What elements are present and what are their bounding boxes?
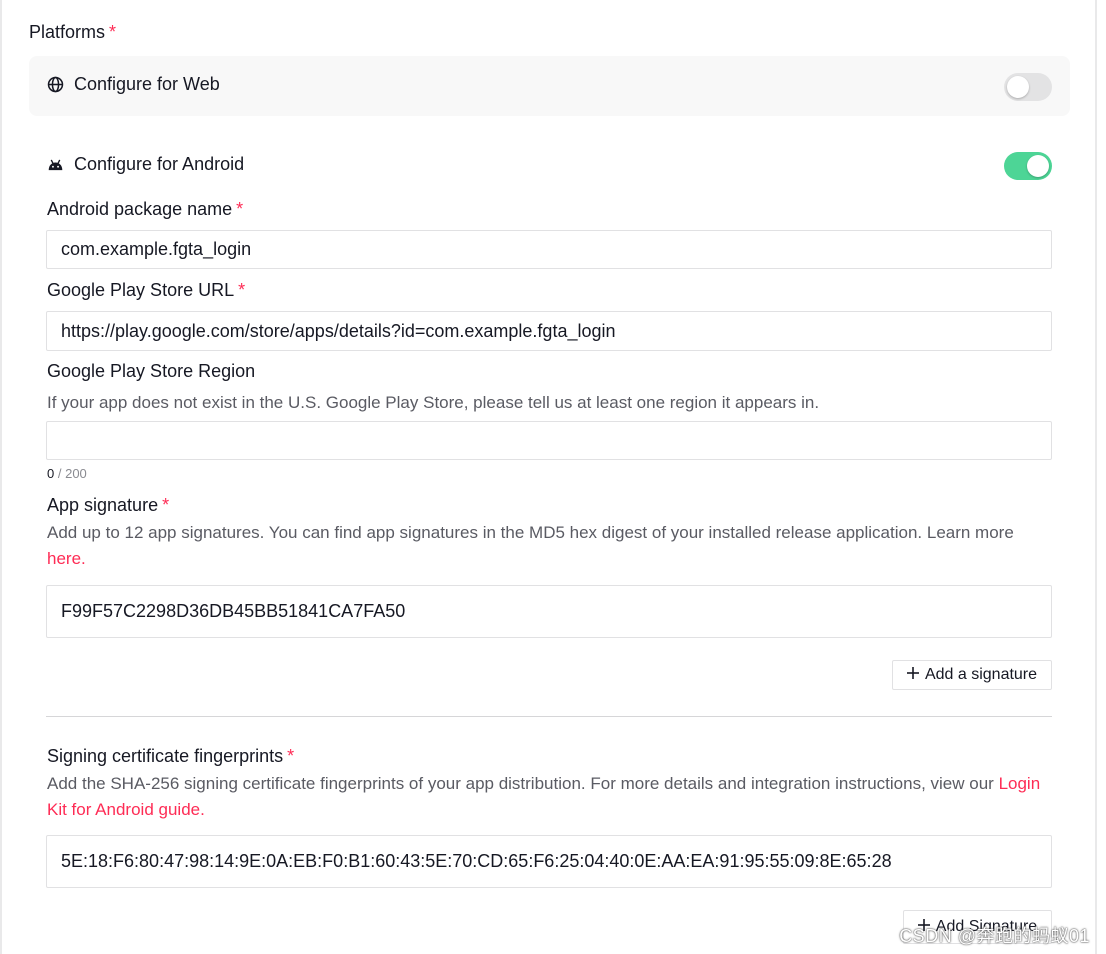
play-store-region-help: If your app does not exist in the U.S. G… (47, 393, 820, 412)
fingerprint-input[interactable]: 5E:18:F6:80:47:98:14:9E:0A:EB:F0:B1:60:4… (46, 835, 1052, 888)
toggle-knob (1027, 155, 1049, 177)
frame-border-right (1095, 0, 1097, 954)
counter-max: / 200 (57, 466, 87, 481)
app-signature-help-link[interactable]: here. (47, 549, 86, 568)
app-signature-label: App signature * (47, 495, 169, 516)
counter-current: 0 (47, 466, 55, 481)
required-mark: * (238, 280, 246, 300)
package-name-input[interactable]: com.example.fgta_login (46, 230, 1052, 269)
app-signature-value: F99F57C2298D36DB45BB51841CA7FA50 (61, 601, 406, 621)
web-platform-row: Configure for Web (47, 74, 220, 95)
globe-icon (47, 76, 64, 93)
play-store-region-input[interactable] (46, 421, 1052, 460)
play-store-url-input[interactable]: https://play.google.com/store/apps/detai… (46, 311, 1052, 351)
web-platform-panel: Configure for Web (29, 56, 1070, 116)
fingerprints-help: Add the SHA-256 signing certificate fing… (47, 771, 1052, 823)
android-platform-toggle[interactable] (1004, 152, 1052, 180)
play-store-region-label: Google Play Store Region (47, 361, 255, 382)
required-mark: * (236, 199, 244, 219)
platforms-heading: Platforms * (29, 22, 116, 43)
play-store-region-label-text: Google Play Store Region (47, 361, 256, 381)
required-mark: * (109, 22, 117, 42)
package-name-label: Android package name * (47, 199, 243, 220)
fingerprint-value: 5E:18:F6:80:47:98:14:9E:0A:EB:F0:B1:60:4… (61, 851, 892, 871)
add-signature-button-label: Add a signature (924, 666, 1038, 683)
plus-icon (906, 666, 919, 684)
section-divider (46, 716, 1052, 717)
app-settings-page: Platforms * Configure for Web Configure … (0, 0, 1106, 954)
app-signature-help-text: Add up to 12 app signatures. You can fin… (47, 523, 1014, 542)
android-icon (47, 158, 64, 172)
character-counter: 0 / 200 (47, 466, 87, 481)
android-platform-label: Configure for Android (74, 154, 245, 174)
play-store-url-value: https://play.google.com/store/apps/detai… (61, 320, 616, 341)
android-platform-row: Configure for Android (47, 154, 244, 175)
fingerprints-label-text: Signing certificate fingerprints (47, 746, 284, 766)
app-signature-input[interactable]: F99F57C2298D36DB45BB51841CA7FA50 (46, 585, 1052, 638)
fingerprints-label: Signing certificate fingerprints * (47, 746, 294, 767)
play-store-url-label: Google Play Store URL * (47, 280, 245, 301)
toggle-knob (1007, 76, 1029, 98)
play-store-url-label-text: Google Play Store URL (47, 280, 235, 300)
package-name-value: com.example.fgta_login (61, 239, 252, 259)
add-signature-button[interactable]: Add a signature (892, 660, 1052, 690)
package-name-label-text: Android package name (47, 199, 233, 219)
watermark: CSDN @奔跑的蚂蚁01 (899, 926, 1090, 946)
required-mark: * (287, 746, 295, 766)
fingerprints-help-text: Add the SHA-256 signing certificate fing… (47, 774, 994, 793)
web-platform-toggle[interactable] (1004, 73, 1052, 101)
frame-border-left (0, 0, 2, 954)
app-signature-label-text: App signature (47, 495, 159, 515)
web-platform-label: Configure for Web (74, 74, 220, 94)
app-signature-help: Add up to 12 app signatures. You can fin… (47, 520, 1052, 572)
platforms-title: Platforms (29, 22, 106, 42)
required-mark: * (162, 495, 170, 515)
